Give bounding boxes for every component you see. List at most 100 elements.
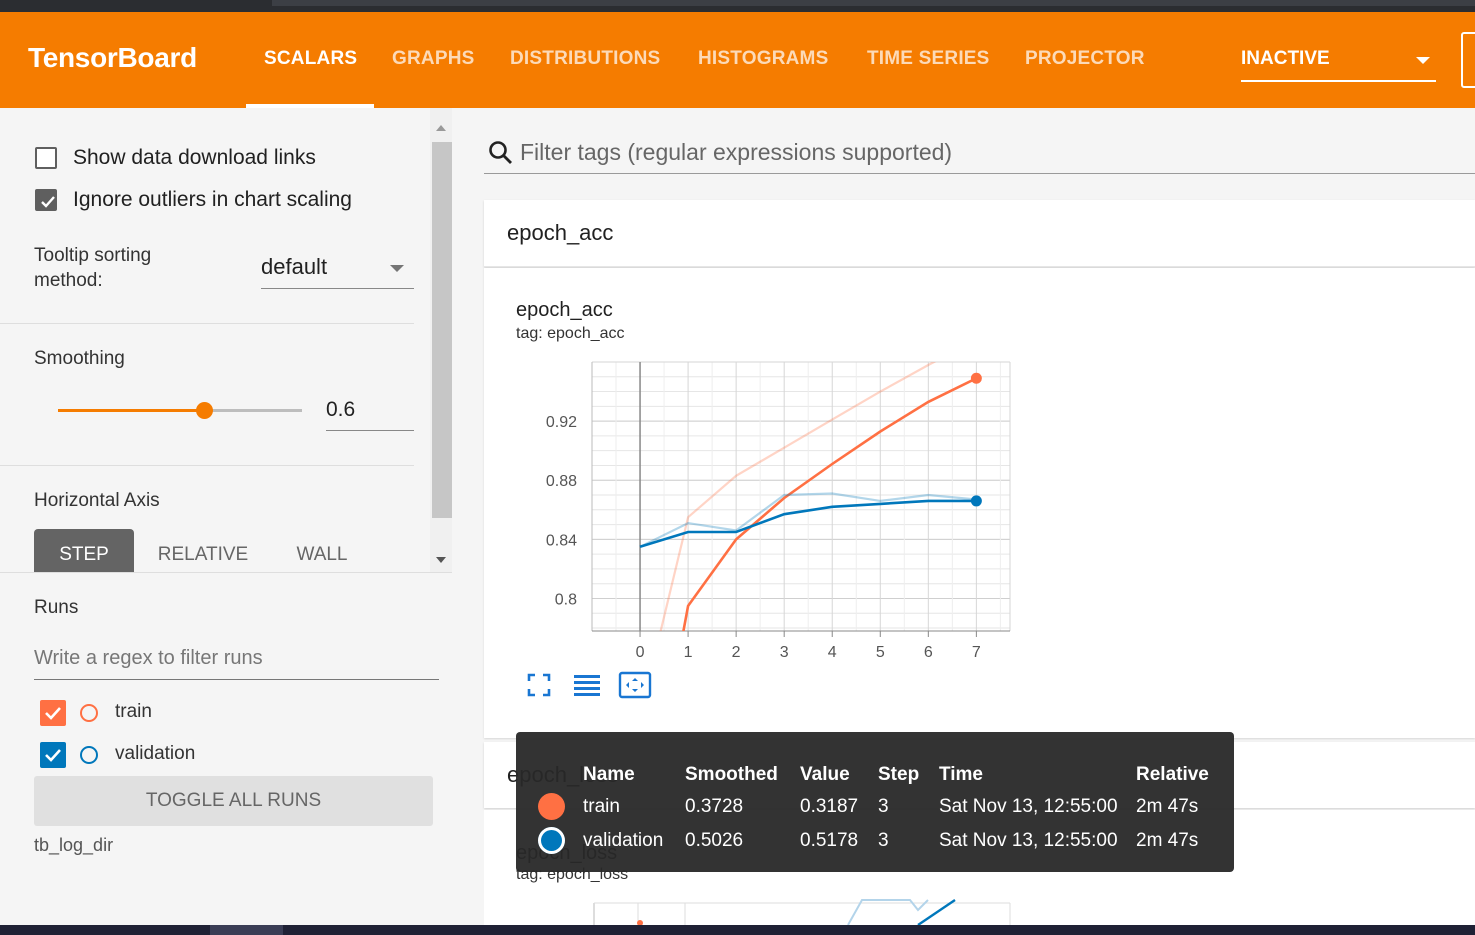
inactive-plugin-label: INACTIVE <box>1241 48 1330 69</box>
smoothing-slider-fill <box>58 409 206 412</box>
run-validation-label: validation <box>115 743 196 764</box>
sidebar-divider <box>0 572 452 573</box>
tab-graphs[interactable]: GRAPHS <box>392 48 475 70</box>
check-icon <box>45 749 61 762</box>
x-tick-label: 5 <box>876 644 885 661</box>
brand-logo[interactable]: TensorBoard <box>28 42 197 74</box>
tooltip-header-relative: Relative <box>1136 764 1209 785</box>
runs-filter-placeholder: Write a regex to filter runs <box>34 647 263 669</box>
x-tick-label: 4 <box>828 644 837 661</box>
y-tick-label: 0.8 <box>555 591 577 608</box>
ignore-outliers-checkbox[interactable] <box>35 189 57 211</box>
tooltip-header-value: Value <box>800 764 850 785</box>
tab-time-series[interactable]: TIME SERIES <box>867 48 990 70</box>
axis-relative-button[interactable]: RELATIVE <box>150 529 256 573</box>
tooltip-header-time: Time <box>939 764 984 785</box>
chart-tooltip: Name Smoothed Value Step Time Relative t… <box>516 732 1234 872</box>
axis-wall-button[interactable]: WALL <box>280 529 364 573</box>
browser-top-strip <box>0 0 1475 12</box>
series-point-train <box>970 372 982 384</box>
horizontal-axis-label: Horizontal Axis <box>34 490 160 511</box>
check-icon <box>45 707 61 720</box>
run-train-label: train <box>115 701 152 722</box>
epoch-loss-chart-preview[interactable] <box>580 895 1020 925</box>
x-tick-label: 7 <box>972 644 981 661</box>
tag-filter-input[interactable]: Filter tags (regular expressions support… <box>484 130 1475 174</box>
tooltip-sorting-label-line1: Tooltip sorting <box>34 245 152 266</box>
browser-tab-strip <box>272 0 1475 6</box>
tooltip-validation-relative: 2m 47s <box>1136 830 1199 851</box>
scroll-up-arrow-icon[interactable] <box>436 125 446 131</box>
tooltip-train-step: 3 <box>878 796 889 817</box>
axis-step-button[interactable]: STEP <box>34 529 134 573</box>
sidebar-scrollbar-thumb[interactable] <box>432 142 452 518</box>
y-tick-label: 0.88 <box>546 473 577 490</box>
toggle-log-scale-icon[interactable] <box>572 670 602 700</box>
tooltip-validation-color-dot <box>538 827 565 854</box>
x-tick-label: 6 <box>924 644 933 661</box>
smoothing-slider-knob[interactable] <box>196 402 213 419</box>
tooltip-validation-name: validation <box>583 830 664 851</box>
epoch-acc-chart[interactable]: 0.8 0.84 0.88 0.92 0 1 2 3 4 5 6 7 <box>520 350 1020 665</box>
chart-subtitle: tag: epoch_acc <box>516 325 625 342</box>
tab-scalars[interactable]: SCALARS <box>264 48 357 70</box>
tooltip-sorting-value: default <box>261 254 328 279</box>
smoothing-input[interactable]: 0.6 <box>326 396 414 431</box>
smoothing-value: 0.6 <box>326 398 356 421</box>
category-header-epoch-acc[interactable]: epoch_acc <box>484 200 1475 267</box>
run-validation-color-icon[interactable] <box>80 746 98 764</box>
tooltip-train-value: 0.3187 <box>800 796 859 817</box>
tooltip-validation-value: 0.5178 <box>800 830 859 851</box>
show-download-links-label: Show data download links <box>73 146 316 169</box>
tooltip-train-color-dot <box>538 793 565 820</box>
tooltip-sorting-label-line2: method: <box>34 270 103 291</box>
inactive-plugin-dropdown[interactable]: INACTIVE <box>1241 46 1436 82</box>
tooltip-sorting-select[interactable]: default <box>261 250 414 289</box>
tab-projector[interactable]: PROJECTOR <box>1025 48 1145 70</box>
tag-filter-placeholder: Filter tags (regular expressions support… <box>520 139 953 165</box>
scroll-down-arrow-icon[interactable] <box>436 557 446 563</box>
chevron-down-icon <box>1416 57 1430 64</box>
tooltip-train-name: train <box>583 796 620 817</box>
tooltip-train-relative: 2m 47s <box>1136 796 1199 817</box>
log-dir-label: tb_log_dir <box>34 835 114 855</box>
fit-domain-icon[interactable] <box>618 670 652 700</box>
fullscreen-icon[interactable] <box>526 672 552 698</box>
y-tick-label: 0.92 <box>546 414 577 431</box>
x-tick-label: 0 <box>636 644 645 661</box>
smoothing-label: Smoothing <box>34 348 125 369</box>
chevron-down-icon <box>390 265 404 272</box>
tooltip-validation-step: 3 <box>878 830 889 851</box>
run-train-checkbox[interactable] <box>40 700 66 726</box>
run-validation-checkbox[interactable] <box>40 742 66 768</box>
taskbar-item[interactable] <box>210 925 283 935</box>
series-point-validation <box>970 495 982 507</box>
runs-label: Runs <box>34 597 79 618</box>
tooltip-train-smoothed: 0.3728 <box>685 796 744 817</box>
x-tick-label: 1 <box>684 644 693 661</box>
tooltip-header-smoothed: Smoothed <box>685 764 778 785</box>
tooltip-header-step: Step <box>878 764 920 785</box>
tab-histograms[interactable]: HISTOGRAMS <box>698 48 828 70</box>
run-train-color-icon[interactable] <box>80 704 98 722</box>
x-tick-label: 3 <box>780 644 789 661</box>
ignore-outliers-label: Ignore outliers in chart scaling <box>73 188 352 211</box>
y-tick-label: 0.84 <box>546 532 577 549</box>
runs-filter-input[interactable]: Write a regex to filter runs <box>34 644 439 680</box>
toggle-all-runs-button[interactable]: TOGGLE ALL RUNS <box>34 776 433 826</box>
sidebar-divider <box>0 465 414 466</box>
check-icon <box>41 196 55 208</box>
tooltip-train-time: Sat Nov 13, 12:55:00 <box>939 796 1118 817</box>
search-icon <box>489 141 512 164</box>
category-title: epoch_acc <box>507 220 614 245</box>
tooltip-header-name: Name <box>583 764 635 785</box>
app-header: TensorBoard SCALARS GRAPHS DISTRIBUTIONS… <box>0 12 1475 108</box>
header-action-button[interactable] <box>1461 32 1475 88</box>
show-download-links-checkbox[interactable] <box>35 147 57 169</box>
x-tick-label: 2 <box>732 644 741 661</box>
chart-title: epoch_acc <box>516 299 613 321</box>
sidebar-divider <box>0 323 414 324</box>
tab-distributions[interactable]: DISTRIBUTIONS <box>510 48 660 70</box>
tooltip-validation-smoothed: 0.5026 <box>685 830 744 851</box>
taskbar <box>0 925 1475 935</box>
